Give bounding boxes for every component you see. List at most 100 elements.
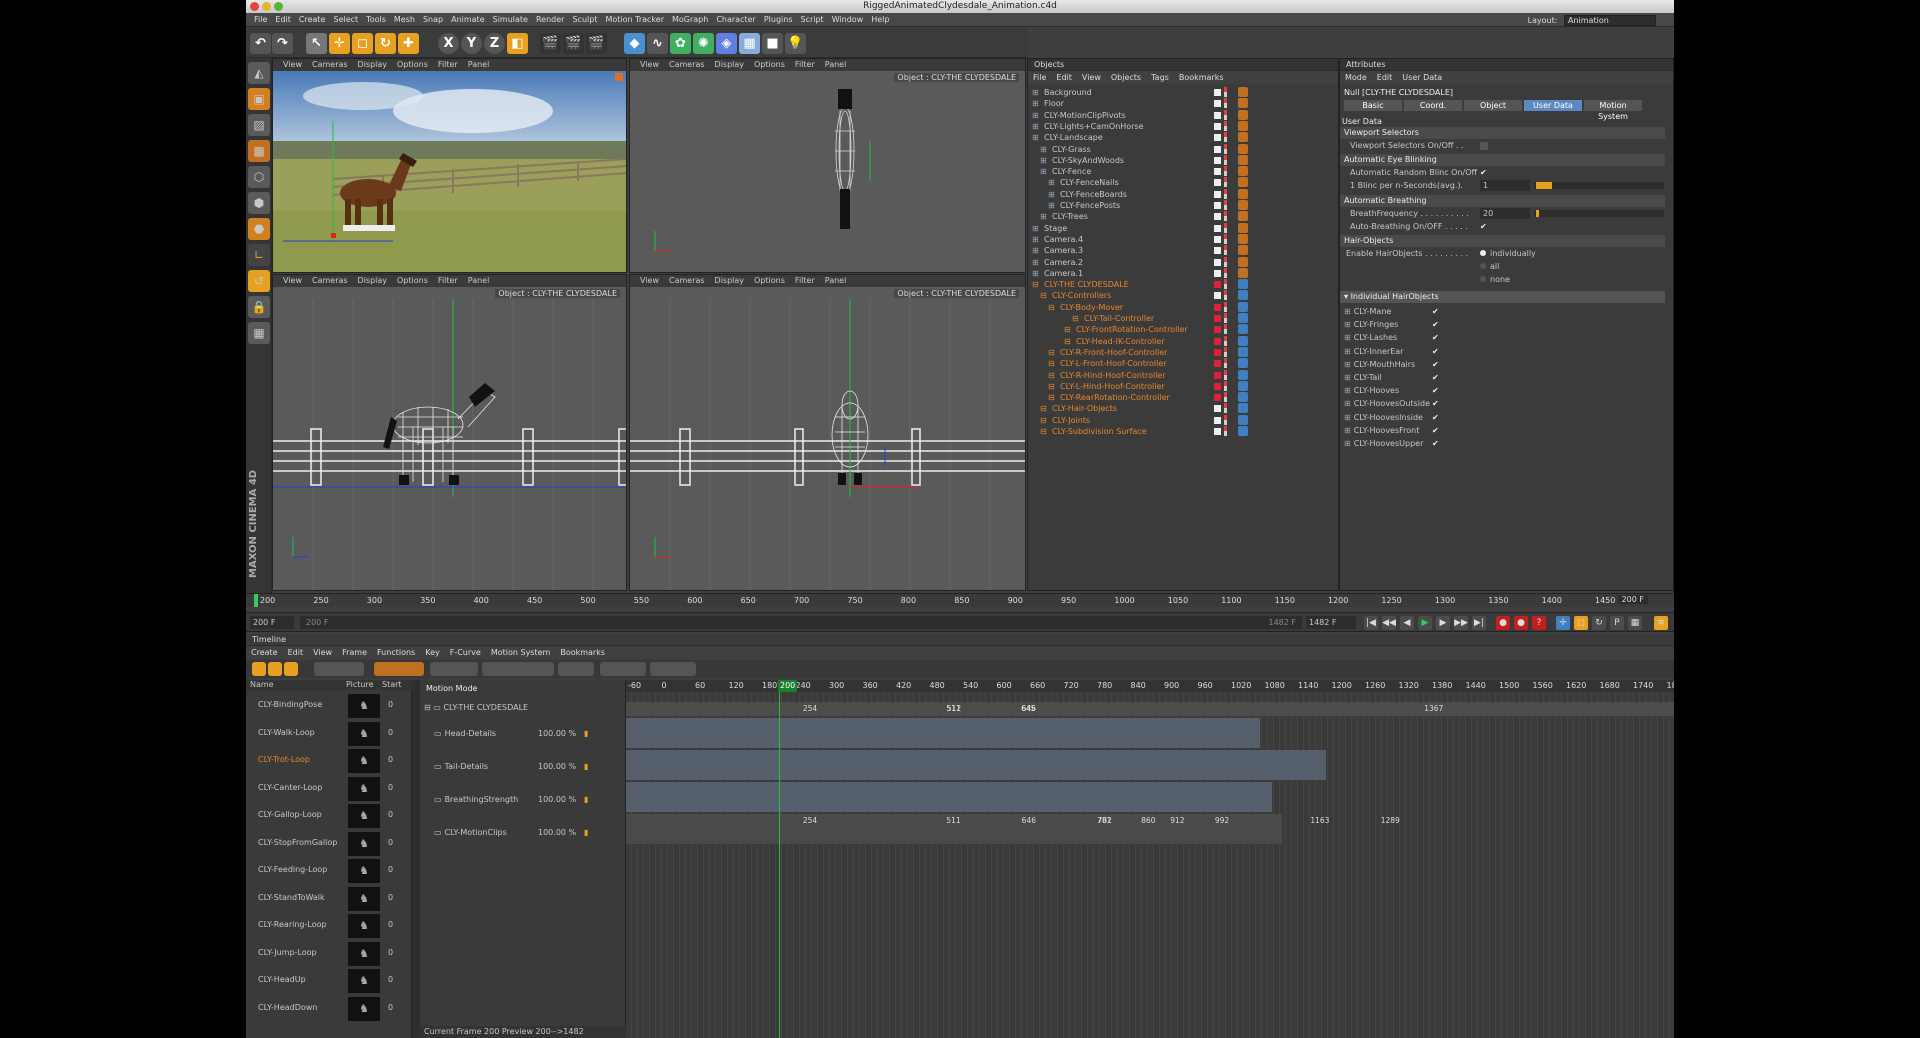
object-visibility-dots[interactable]: [1224, 188, 1227, 199]
object-tag-icon[interactable]: [1238, 392, 1248, 403]
object-visibility-dots[interactable]: [1224, 279, 1227, 290]
motion-clip-row[interactable]: CLY-BindingPose ♞ 0: [252, 692, 412, 719]
breathing-section[interactable]: Automatic Breathing: [1340, 195, 1665, 207]
object-visibility-checkbox[interactable]: [1214, 122, 1221, 130]
object-tag-icon[interactable]: [1238, 279, 1248, 290]
record-button[interactable]: ●: [1496, 616, 1510, 630]
viewport-menu-cameras[interactable]: Cameras: [307, 60, 353, 69]
viewport-menu-filter[interactable]: Filter: [433, 276, 463, 285]
viewport-menu-display[interactable]: Display: [710, 60, 750, 69]
hair-item-checkbox[interactable]: ✔: [1432, 345, 1439, 358]
menu-mograph[interactable]: MoGraph: [668, 13, 712, 27]
attributes-menu-mode[interactable]: Mode: [1340, 73, 1372, 82]
frame-ruler[interactable]: 200 250 300 350 400 450 500 550 600 650 700 750 800 8…: [246, 593, 1674, 607]
end-frame-field[interactable]: 1482 F: [1306, 616, 1356, 629]
object-visibility-dots[interactable]: [1224, 267, 1227, 278]
viewport-selectors-checkbox[interactable]: [1480, 142, 1488, 150]
hair-item-row[interactable]: ⊞ CLY-InnerEar ✔: [1344, 345, 1464, 358]
object-tag-icon[interactable]: [1238, 154, 1248, 165]
menu-simulate[interactable]: Simulate: [489, 13, 532, 27]
object-visibility-dots[interactable]: [1224, 358, 1227, 369]
viewport-menu-panel[interactable]: Panel: [820, 276, 852, 285]
objects-menu-view[interactable]: View: [1077, 73, 1106, 82]
viewport-menu-panel[interactable]: Panel: [463, 60, 495, 69]
group-row[interactable]: ⊟ ▭ CLY-THE CLYDESDALE: [424, 702, 622, 714]
viewport-menu-display[interactable]: Display: [353, 276, 393, 285]
breathing-strength-track[interactable]: [626, 782, 1272, 812]
motion-clip-row[interactable]: CLY-StopFromGallop ♞ 0: [252, 830, 412, 857]
object-tag-icon[interactable]: [1238, 200, 1248, 210]
hair-radio-all[interactable]: all: [1480, 260, 1499, 273]
snap-icon[interactable]: 🔒: [248, 296, 270, 318]
object-visibility-checkbox[interactable]: [1214, 134, 1221, 142]
object-tag-icon[interactable]: [1238, 369, 1248, 380]
motion-layer-row[interactable]: ▭ BreathingStrength 100.00 % ▮: [434, 786, 620, 814]
record-rotation-button[interactable]: ↻: [1592, 616, 1606, 630]
menu-window[interactable]: Window: [828, 13, 868, 27]
object-visibility-dots[interactable]: [1224, 109, 1227, 120]
object-visibility-dots[interactable]: [1224, 166, 1227, 177]
object-visibility-dots[interactable]: [1224, 245, 1227, 256]
object-tag-icon[interactable]: [1238, 358, 1248, 369]
motion-clip-row[interactable]: CLY-Trot-Loop ♞ 0: [252, 747, 412, 774]
goto-start-button[interactable]: |◀: [1364, 616, 1378, 630]
object-visibility-dots[interactable]: [1224, 301, 1227, 312]
object-visibility-checkbox[interactable]: [1214, 382, 1221, 390]
layer-key-icon[interactable]: ▮: [584, 786, 588, 814]
viewport-menu-display[interactable]: Display: [710, 276, 750, 285]
object-visibility-checkbox[interactable]: [1214, 190, 1221, 198]
object-tag-icon[interactable]: [1238, 403, 1248, 414]
coordinate-system-button[interactable]: ◧: [507, 33, 528, 54]
hair-item-row[interactable]: ⊞ CLY-Lashes ✔: [1344, 331, 1464, 344]
workplane-lock-icon[interactable]: ▦: [248, 322, 270, 344]
menu-character[interactable]: Character: [712, 13, 760, 27]
objects-menu-file[interactable]: File: [1028, 73, 1051, 82]
z-axis-button[interactable]: Z: [484, 33, 505, 54]
scale-tool-button[interactable]: ◻: [352, 33, 373, 54]
ruler-frame-field[interactable]: 200 F: [1617, 595, 1648, 604]
light-object-button[interactable]: 💡: [785, 33, 806, 54]
menu-motion-tracker[interactable]: Motion Tracker: [601, 13, 668, 27]
hair-item-checkbox[interactable]: ✔: [1432, 397, 1439, 410]
texture-mode-icon[interactable]: ▨: [248, 114, 270, 136]
timeline-zoom-icons[interactable]: [558, 662, 594, 676]
viewport-menu-panel[interactable]: Panel: [820, 60, 852, 69]
object-tag-icon[interactable]: [1238, 414, 1248, 425]
object-tag-icon[interactable]: [1238, 380, 1248, 391]
hair-item-checkbox[interactable]: ✔: [1432, 424, 1439, 437]
viewport-menu-cameras[interactable]: Cameras: [664, 60, 710, 69]
hair-item-checkbox[interactable]: ✔: [1432, 318, 1439, 331]
timeline-interpolation-icons[interactable]: [430, 662, 478, 676]
rotate-tool-button[interactable]: ↻: [375, 33, 396, 54]
tab-user-data[interactable]: User Data: [1524, 100, 1582, 111]
object-visibility-dots[interactable]: [1224, 335, 1227, 346]
hair-radio-none[interactable]: none: [1480, 273, 1510, 286]
object-visibility-checkbox[interactable]: [1214, 405, 1221, 413]
make-editable-icon[interactable]: ◭: [248, 62, 270, 84]
timeline-snap-icons[interactable]: [314, 662, 364, 676]
menu-sculpt[interactable]: Sculpt: [568, 13, 601, 27]
objects-menu-tags[interactable]: Tags: [1146, 73, 1174, 82]
object-visibility-checkbox[interactable]: [1214, 179, 1221, 187]
layer-strength[interactable]: 100.00 %: [538, 753, 576, 781]
object-visibility-dots[interactable]: [1224, 426, 1227, 436]
viewport-menu-options[interactable]: Options: [392, 60, 433, 69]
object-visibility-dots[interactable]: [1224, 403, 1227, 414]
hair-item-checkbox[interactable]: ✔: [1432, 411, 1439, 424]
object-visibility-checkbox[interactable]: [1214, 213, 1221, 221]
object-tag-icon[interactable]: [1238, 426, 1248, 436]
hair-item-checkbox[interactable]: ✔: [1432, 437, 1439, 450]
motion-layer-row[interactable]: ▭ Tail-Details 100.00 % ▮: [434, 753, 620, 781]
timeline-key-mode-icon[interactable]: [252, 662, 266, 676]
close-window-button[interactable]: [250, 2, 259, 11]
object-visibility-checkbox[interactable]: [1214, 168, 1221, 176]
tail-details-track[interactable]: [626, 750, 1326, 780]
hair-item-row[interactable]: ⊞ CLY-Tail ✔: [1344, 371, 1464, 384]
object-visibility-dots[interactable]: [1224, 380, 1227, 391]
menu-render[interactable]: Render: [532, 13, 568, 27]
hair-item-row[interactable]: ⊞ CLY-Hooves ✔: [1344, 384, 1464, 397]
breath-frequency-slider[interactable]: [1534, 210, 1664, 217]
object-visibility-dots[interactable]: [1224, 211, 1227, 222]
hair-item-checkbox[interactable]: ✔: [1432, 371, 1439, 384]
object-tag-icon[interactable]: [1238, 267, 1248, 278]
